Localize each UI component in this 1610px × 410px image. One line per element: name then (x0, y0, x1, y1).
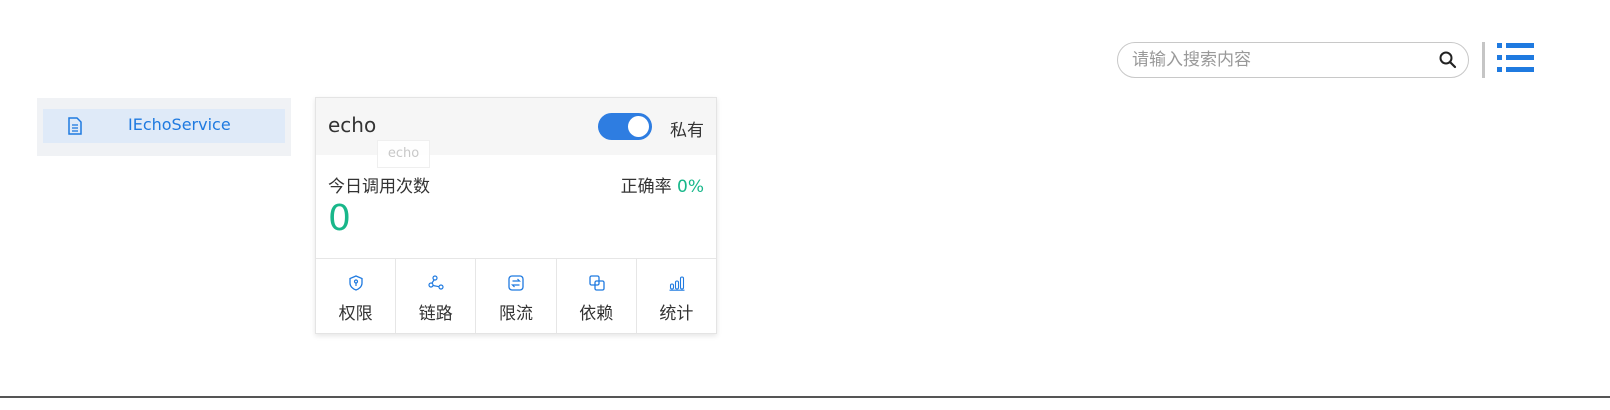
toolbar-divider (1482, 42, 1485, 78)
rate-limit-button[interactable]: 限流 (476, 259, 557, 333)
rate-limit-label: 限流 (499, 304, 533, 324)
dependency-label: 依赖 (579, 304, 614, 324)
calls-today-count: 0 (328, 198, 351, 239)
statistics-label: 统计 (659, 304, 694, 324)
card-header: echo 私有 echo (316, 98, 716, 168)
document-icon (68, 117, 82, 135)
trace-label: 链路 (418, 304, 453, 324)
search-box[interactable] (1117, 42, 1469, 78)
permission-button[interactable]: 权限 (316, 259, 397, 333)
toggle-label: 私有 (670, 121, 704, 141)
dependency-button[interactable]: 依赖 (557, 259, 637, 333)
statistics-button[interactable]: 统计 (637, 259, 716, 333)
search-icon[interactable] (1438, 50, 1458, 70)
swap-icon (508, 275, 525, 291)
accuracy-stat: 正确率 0% (621, 172, 704, 197)
list-icon[interactable] (1497, 42, 1534, 74)
permission-label: 权限 (338, 304, 373, 324)
private-toggle[interactable] (598, 113, 652, 140)
card-actions: 权限 链路 限流 依赖 统计 (316, 258, 716, 333)
accuracy-value: 0% (677, 177, 704, 197)
toggle-knob (628, 116, 649, 137)
service-sidebar: IEchoService (37, 98, 291, 156)
service-card: echo 私有 echo 今日调用次数 正确率 0% 0 权限 链路 限流 依赖… (315, 97, 717, 334)
sidebar-item-label: IEchoService (128, 115, 231, 134)
shield-icon (349, 275, 363, 291)
bar-chart-icon (669, 276, 685, 291)
card-title: echo (328, 113, 377, 137)
accuracy-label: 正确率 (620, 177, 672, 197)
calls-today-label: 今日调用次数 (328, 177, 430, 197)
trace-button[interactable]: 链路 (396, 259, 477, 333)
bottom-divider (0, 396, 1610, 398)
share-nodes-icon (428, 275, 444, 290)
sidebar-item-iechoservice[interactable]: IEchoService (43, 109, 285, 143)
search-input[interactable] (1132, 43, 1432, 77)
title-tooltip: echo (377, 140, 430, 168)
copy-icon (588, 275, 605, 291)
